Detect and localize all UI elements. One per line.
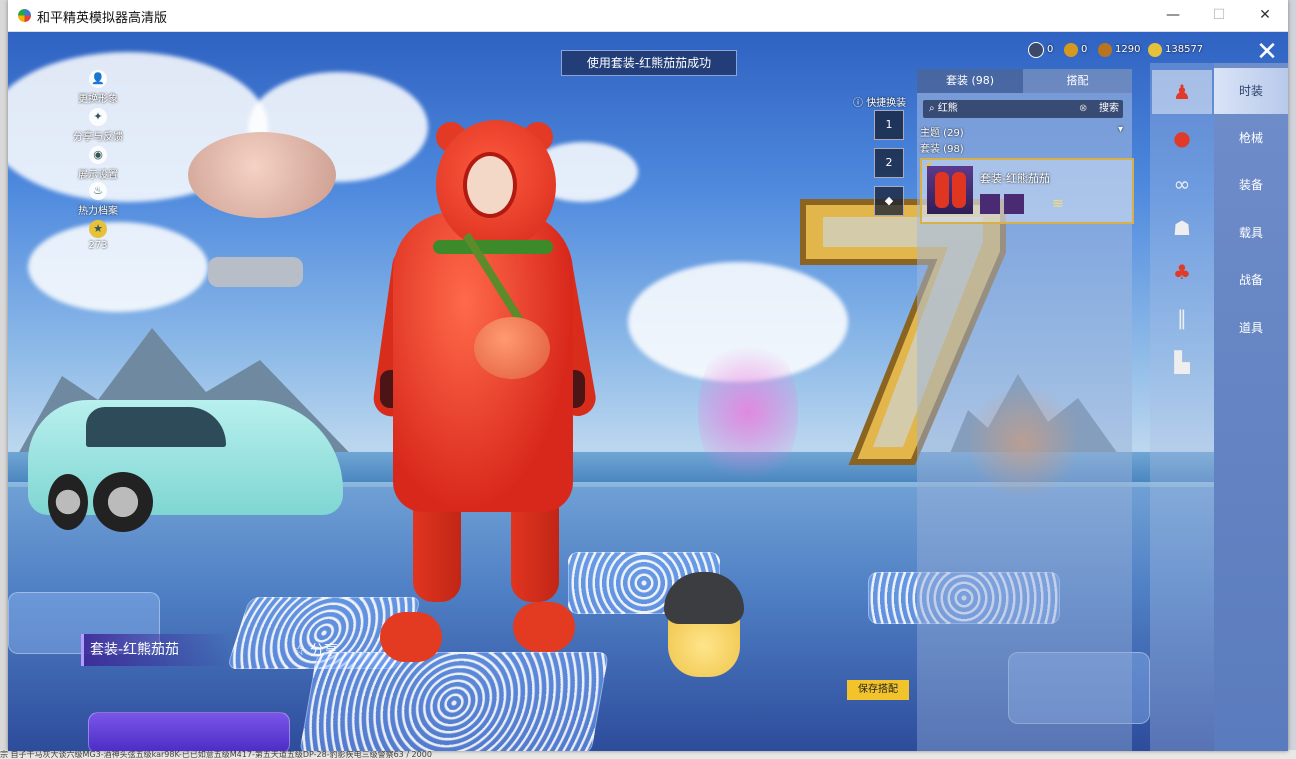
tab-combos[interactable]: 搭配	[1023, 69, 1132, 93]
person-icon: 👤	[89, 70, 107, 88]
currency-star[interactable]: 138577	[1148, 42, 1203, 58]
level-badge[interactable]: ★ 273	[68, 220, 128, 251]
blimp-balloon	[188, 132, 336, 218]
search-icon: ⌕	[929, 103, 935, 114]
desktop-left-edge	[0, 0, 8, 759]
part-thumbnail	[980, 194, 1000, 214]
nav-battle-prep[interactable]: 战备	[1214, 257, 1288, 303]
blimp-basket	[208, 257, 303, 287]
heat-profile-label: 热力档案	[78, 206, 118, 217]
top-icon[interactable]: ♣	[1152, 250, 1212, 294]
suit-item-card[interactable]: ✔ 套装-红熊茄茄 ≋	[920, 158, 1134, 224]
title-bar: 和平精英模拟器高清版 — ☐ ✕	[8, 0, 1288, 32]
app-window: 和平精英模拟器高清版 — ☐ ✕ 👤 更换形象 ✦ 分享与反馈 ◉ 展示设置 ♨…	[8, 0, 1288, 751]
star-coin-icon	[1148, 43, 1162, 57]
currency-globe[interactable]: 0	[1028, 42, 1053, 58]
currency-value: 138577	[1165, 44, 1204, 55]
maximize-button[interactable]: ☐	[1196, 0, 1242, 31]
share-feedback-label: 分享与反馈	[73, 132, 123, 143]
heat-profile-button[interactable]: ♨ 热力档案	[68, 182, 128, 217]
suit-item-name: 套装-红熊茄茄	[980, 172, 1050, 185]
mask-icon[interactable]: ☗	[1152, 206, 1212, 250]
currency-bronze[interactable]: 1290	[1098, 42, 1140, 58]
pants-icon[interactable]: ∥	[1152, 296, 1212, 340]
currency-value: 0	[1047, 44, 1054, 55]
shoes-icon[interactable]: ▙	[1152, 340, 1212, 384]
cherry-icon[interactable]: ●	[1152, 116, 1212, 160]
tab-suits[interactable]: 套装 (98)	[917, 69, 1023, 93]
desktop-taskbar-text: 宗 自子干马灰大谈六级MG3-酒神头弦五级kar98K-已已如意五级M417-第…	[0, 750, 1296, 759]
floor-tile-lit	[299, 652, 609, 751]
level-value: 273	[88, 240, 108, 251]
chevron-down-icon[interactable]: ▾	[1118, 124, 1123, 135]
current-suit-label: 套装-红熊茄茄	[81, 634, 230, 666]
quick-slot-2[interactable]: 2	[874, 148, 904, 178]
nav-fashion[interactable]: 时装	[1214, 68, 1288, 114]
outfit-icon[interactable]: ♟	[1152, 70, 1212, 114]
level-badge-icon: ★	[89, 220, 107, 238]
car-window	[86, 407, 226, 447]
outfit-figure-icon	[952, 172, 966, 208]
globe-coin-icon	[1028, 42, 1044, 58]
display-settings-button[interactable]: ◉ 展示设置	[68, 146, 128, 181]
nav-equipment[interactable]: 装备	[1214, 162, 1288, 208]
fire-icon: ♨	[89, 182, 107, 200]
nav-vehicles[interactable]: 载具	[1214, 210, 1288, 256]
app-logo-icon	[18, 9, 31, 22]
search-button[interactable]: 搜索	[1099, 100, 1119, 118]
close-window-button[interactable]: ✕	[1242, 0, 1288, 31]
nav-weapons[interactable]: 枪械	[1214, 115, 1288, 161]
desktop-right-edge	[1288, 0, 1296, 759]
quick-change-label: ⓘ 快捷换装	[853, 98, 907, 109]
part-thumbnail	[1004, 194, 1024, 214]
character-collar	[433, 240, 553, 254]
change-avatar-button[interactable]: 👤 更换形象	[68, 70, 128, 105]
bronze-coin-icon	[1098, 43, 1112, 57]
tomato-bag	[474, 317, 550, 379]
share-feedback-button[interactable]: ✦ 分享与反馈	[68, 108, 128, 143]
car-wheel	[48, 474, 88, 530]
glow-icon: ≋	[1052, 196, 1064, 212]
currency-gold[interactable]: 0	[1064, 42, 1087, 58]
share-button[interactable]: ☆ 分享	[293, 640, 338, 660]
game-viewport[interactable]: 👤 更换形象 ✦ 分享与反馈 ◉ 展示设置 ♨ 热力档案 ★ 273 使用套装-…	[8, 32, 1288, 751]
character-foot	[380, 612, 442, 662]
display-settings-label: 展示设置	[78, 170, 118, 181]
pink-smoke	[698, 332, 798, 492]
gold-coin-icon	[1064, 43, 1078, 57]
share-icon: ✦	[89, 108, 107, 126]
quick-slot-1[interactable]: 1	[874, 110, 904, 140]
character-foot	[513, 602, 575, 652]
search-bar[interactable]: ⌕ 红熊 ⊗ 搜索	[923, 100, 1123, 118]
nav-items[interactable]: 道具	[1214, 305, 1288, 351]
currency-value: 0	[1081, 44, 1088, 55]
goggles-icon[interactable]: ∞	[1152, 162, 1212, 206]
change-avatar-label: 更换形象	[78, 94, 118, 105]
currency-value: 1290	[1115, 44, 1141, 55]
suit-filter[interactable]: 套装 (98)	[920, 140, 964, 155]
quick-slot-3[interactable]: ◆	[874, 186, 904, 216]
character-face	[463, 152, 517, 218]
suit-thumbnail	[927, 166, 973, 214]
clear-icon[interactable]: ⊗	[1079, 100, 1087, 118]
outfit-figure-icon	[935, 172, 949, 208]
save-combo-button[interactable]: 保存搭配	[847, 680, 909, 700]
theme-filter[interactable]: 主题 (29)	[920, 124, 964, 139]
search-input[interactable]: 红熊	[938, 103, 958, 114]
eye-icon: ◉	[89, 146, 107, 164]
quick-change-text: 快捷换装	[866, 98, 907, 109]
success-banner: 使用套装-红熊茄茄成功	[561, 50, 737, 76]
panel-tabs: 套装 (98) 搭配	[917, 69, 1132, 93]
floor-tile-purple	[88, 712, 290, 751]
window-title: 和平精英模拟器高清版	[37, 10, 168, 25]
car-wheel	[93, 472, 153, 532]
minimize-button[interactable]: —	[1150, 0, 1196, 31]
